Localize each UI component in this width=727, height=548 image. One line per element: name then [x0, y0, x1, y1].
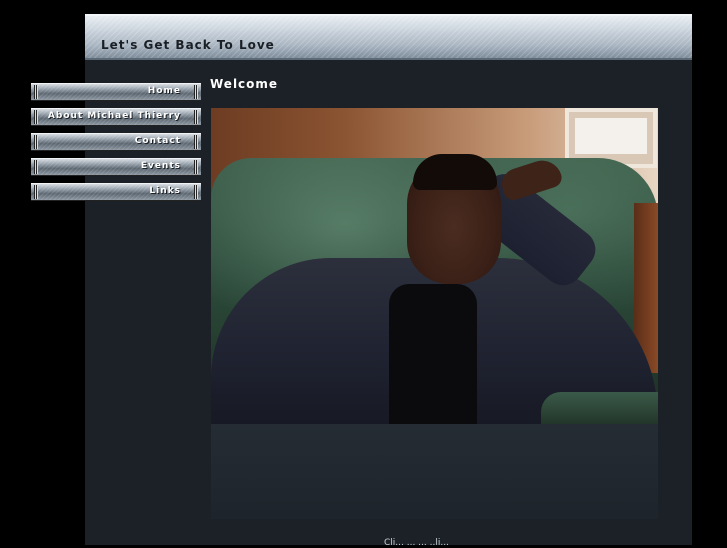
- nav-item-home[interactable]: Home: [31, 83, 201, 101]
- nav-item-about-michael-thierry[interactable]: About Michael Thierry: [31, 108, 201, 126]
- black-shirt: [389, 284, 477, 424]
- photo-caption-area: [211, 424, 658, 519]
- caption-text: Cli... ... ... ..li...: [384, 538, 449, 548]
- portrait-photo: [211, 108, 658, 424]
- sidebar-nav: Home About Michael Thierry Contact Event…: [31, 83, 201, 208]
- page-heading: Welcome: [210, 77, 279, 91]
- nav-item-label: Links: [149, 186, 181, 196]
- nav-item-contact[interactable]: Contact: [31, 133, 201, 151]
- site-header: Let's Get Back To Love: [85, 14, 692, 60]
- nav-item-label: Home: [147, 86, 181, 96]
- nav-item-links[interactable]: Links: [31, 183, 201, 201]
- site-title: Let's Get Back To Love: [101, 38, 275, 52]
- chair-armrest: [541, 392, 658, 424]
- nav-item-events[interactable]: Events: [31, 158, 201, 176]
- nav-item-label: Events: [140, 161, 181, 171]
- nav-item-label: Contact: [134, 136, 181, 146]
- nav-item-label: About Michael Thierry: [47, 111, 181, 121]
